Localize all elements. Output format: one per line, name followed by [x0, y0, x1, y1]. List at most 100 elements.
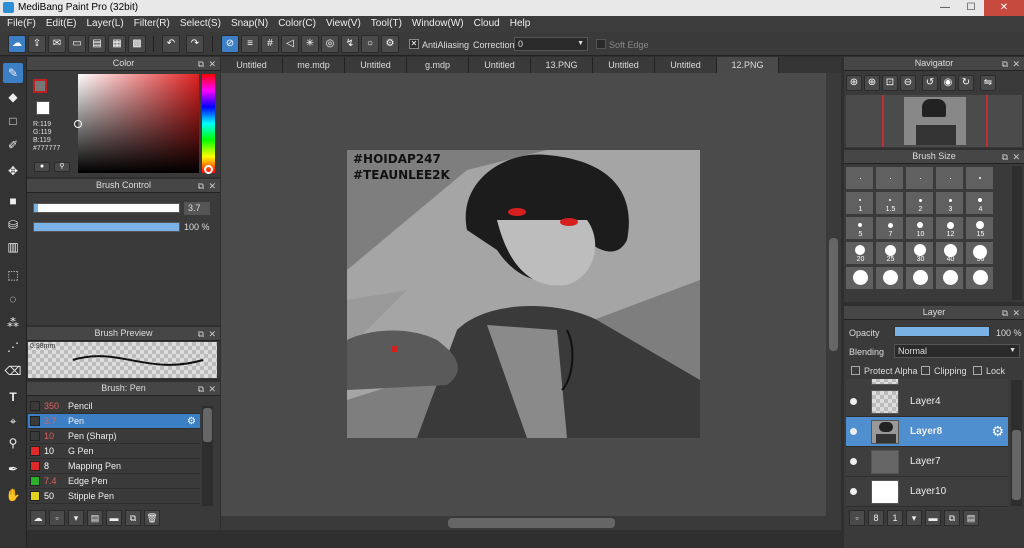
brush-size-cell[interactable] [935, 266, 964, 290]
brush-size-cell[interactable]: 20 [845, 241, 874, 265]
popout-icon[interactable]: ⧉ [1002, 151, 1008, 164]
radial-snap-icon[interactable]: ✳ [301, 35, 319, 53]
lasso-tool-icon[interactable]: ◌ [3, 289, 23, 309]
brush-size-cell[interactable] [845, 266, 874, 290]
protect-alpha-checkbox[interactable] [851, 366, 860, 375]
brush-size-cell[interactable]: 5 [845, 216, 874, 240]
close-icon[interactable]: ✕ [208, 383, 216, 396]
dot-pen-tool-icon[interactable]: ✐ [3, 135, 23, 155]
grid-doc-icon[interactable]: ▦ [108, 35, 126, 53]
brush-size-cell[interactable]: 1 [845, 191, 874, 215]
new-layer-icon[interactable]: ▫ [849, 510, 865, 526]
brush-size-cell[interactable]: 30 [905, 241, 934, 265]
select-pen-tool-icon[interactable]: ⋰ [3, 337, 23, 357]
brush-list-item[interactable]: 8 Mapping Pen [28, 459, 200, 474]
brush-size-cell[interactable] [875, 266, 904, 290]
tab-untitled[interactable]: Untitled [221, 57, 283, 73]
artwork-canvas[interactable]: #HOIDAP247 #TEAUNLEE2K [347, 150, 700, 438]
rectangle-tool-icon[interactable]: □ [3, 111, 23, 131]
share-icon[interactable]: ⇪ [28, 35, 46, 53]
close-icon[interactable]: ✕ [1012, 307, 1020, 320]
tab-me-mdp[interactable]: me.mdp [283, 57, 345, 73]
hue-slider[interactable] [202, 74, 215, 173]
hue-cursor[interactable] [204, 165, 213, 174]
brush-size-slider[interactable] [33, 203, 180, 213]
brush-list-item[interactable]: 350 Pencil [28, 399, 200, 414]
minimize-button[interactable]: — [932, 0, 958, 16]
hand-tool-icon[interactable]: ✋ [3, 485, 23, 505]
gear-icon[interactable]: ⚙ [991, 423, 1004, 440]
color-saturation-field[interactable] [78, 74, 199, 173]
operation-tool-icon[interactable]: ⌖ [3, 411, 23, 431]
select-tool-icon[interactable]: ⬚ [3, 265, 23, 285]
concentric-snap-icon[interactable]: ◎ [321, 35, 339, 53]
magic-wand-tool-icon[interactable]: ⁂ [3, 313, 23, 333]
tiles-icon[interactable]: ▩ [128, 35, 146, 53]
gear-icon[interactable]: ⚙ [187, 416, 196, 427]
brush-opacity-slider[interactable] [33, 222, 180, 232]
delete-icon[interactable]: 🗑 [144, 510, 160, 526]
brush-size-cell[interactable] [905, 266, 934, 290]
divide-tool-icon[interactable]: ✒ [3, 459, 23, 479]
add-layer-menu-icon[interactable]: ▾ [906, 510, 922, 526]
brush-list-scrollbar[interactable] [202, 406, 213, 506]
main-color-swatch[interactable] [33, 79, 47, 93]
lock-checkbox[interactable] [973, 366, 982, 375]
brush-size-cell[interactable] [905, 166, 934, 190]
brush-size-cell[interactable] [965, 166, 994, 190]
layer-list-scroll-thumb[interactable] [1012, 430, 1021, 500]
canvas-horizontal-scroll-thumb[interactable] [448, 518, 615, 528]
eyedropper-icon[interactable]: ⚲ [54, 162, 70, 172]
fill-shape-tool-icon[interactable]: ■ [3, 191, 23, 211]
eye-icon[interactable] [850, 398, 857, 405]
close-icon[interactable]: ✕ [1012, 58, 1020, 71]
fit-icon[interactable]: ⊡ [882, 75, 898, 91]
brush-list-scroll-thumb[interactable] [203, 408, 212, 442]
brush-list-item[interactable]: 50 Stipple Pen [28, 489, 200, 504]
popout-icon[interactable]: ⧉ [1002, 58, 1008, 71]
menu-window[interactable]: Window(W) [407, 16, 469, 32]
layer-folder-icon[interactable]: ▬ [925, 510, 941, 526]
layer-list-scrollbar[interactable] [1011, 380, 1022, 506]
brush-size-cell[interactable]: 12 [935, 216, 964, 240]
menu-cloud[interactable]: Cloud [469, 16, 505, 32]
brush-size-cell[interactable]: 10 [905, 216, 934, 240]
menu-view[interactable]: View(V) [321, 16, 366, 32]
popout-icon[interactable]: ⧉ [198, 58, 204, 71]
color-picker-cursor[interactable] [74, 120, 82, 128]
menu-color[interactable]: Color(C) [273, 16, 321, 32]
menu-select[interactable]: Select(S) [175, 16, 226, 32]
sub-color-swatch[interactable] [36, 101, 50, 115]
cloud-brush-icon[interactable]: ☁ [30, 510, 46, 526]
brush-size-cell[interactable]: 50 [965, 241, 994, 265]
brush-list-item[interactable]: 10 G Pen [28, 444, 200, 459]
eye-icon[interactable] [850, 428, 857, 435]
brush-size-cell[interactable]: 40 [935, 241, 964, 265]
duplicate-icon[interactable]: ⧉ [125, 510, 141, 526]
brush-size-cell[interactable] [845, 166, 874, 190]
zoom-out-icon[interactable]: ⊖ [900, 75, 916, 91]
canvas-vertical-scroll-thumb[interactable] [829, 238, 838, 351]
antialiasing-checkbox[interactable]: ✕ [409, 39, 419, 49]
grid-snap-icon[interactable]: # [261, 35, 279, 53]
eye-icon[interactable] [850, 488, 857, 495]
curve-snap-icon[interactable]: ↯ [341, 35, 359, 53]
cloud-icon[interactable]: ☁ [8, 35, 26, 53]
reset-rotation-icon[interactable]: ◉ [940, 75, 956, 91]
rotate-left-icon[interactable]: ↺ [922, 75, 938, 91]
flip-icon[interactable]: ⇋ [980, 75, 996, 91]
gradient-tool-icon[interactable]: ▥ [3, 237, 23, 257]
close-icon[interactable]: ✕ [1012, 151, 1020, 164]
menu-tool[interactable]: Tool(T) [366, 16, 407, 32]
document-icon[interactable]: ▤ [88, 35, 106, 53]
brush-size-cell[interactable] [935, 166, 964, 190]
layer-row[interactable]: Layer7 [846, 447, 1008, 477]
brush-size-cell[interactable]: 4 [965, 191, 994, 215]
layer-row[interactable]: Layer8 ⚙ [846, 417, 1008, 447]
brush-size-cell[interactable]: 15 [965, 216, 994, 240]
tab-13-png[interactable]: 13.PNG [531, 57, 593, 73]
move-tool-icon[interactable]: ✥ [3, 161, 23, 181]
close-button[interactable]: ✕ [984, 0, 1024, 16]
brush-tool-icon[interactable]: ✎ [3, 63, 23, 83]
layer-opacity-slider[interactable] [894, 326, 990, 337]
